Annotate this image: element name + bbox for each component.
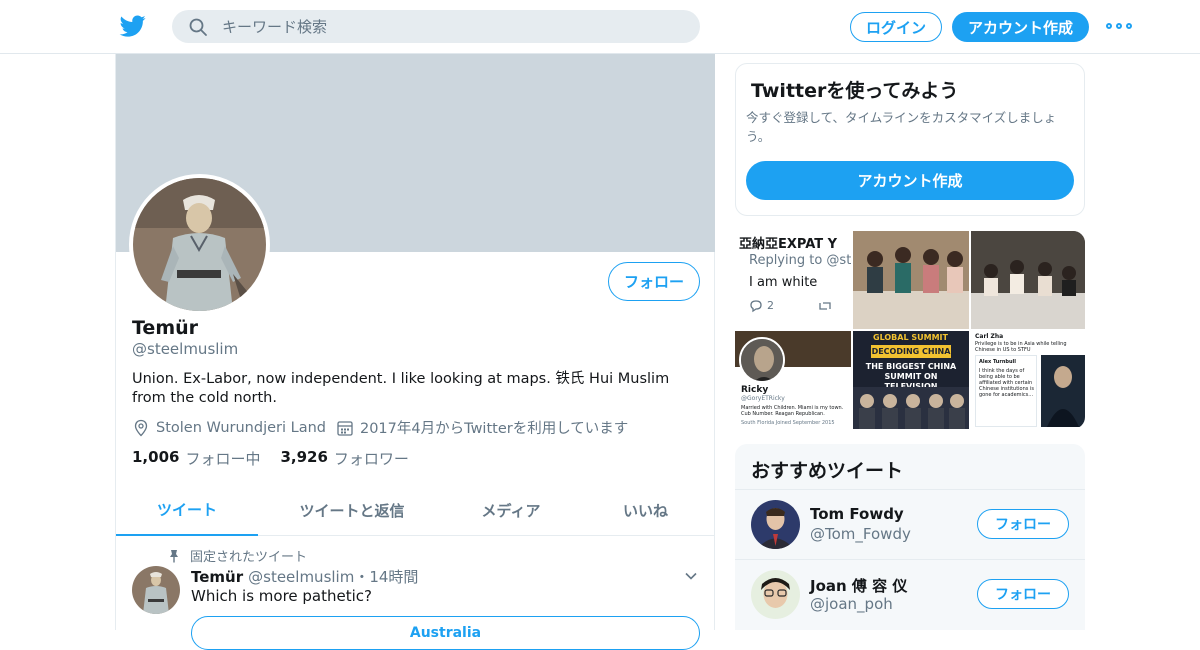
suggested-account[interactable]: Joan 傅 容 仪 @joan_poh フォロー xyxy=(735,559,1085,629)
media-embedded-photo xyxy=(1041,355,1085,427)
tweet-header: Temür @steelmuslim・14時間 xyxy=(191,566,418,587)
tweet-text: Which is more pathetic? xyxy=(191,587,372,605)
media-banner-text: GLOBAL SUMMIT xyxy=(873,333,948,342)
search-icon xyxy=(189,18,207,36)
suggested-avatar[interactable] xyxy=(751,570,800,619)
tweet-author-name[interactable]: Temür xyxy=(191,568,243,586)
profile-avatar[interactable] xyxy=(129,174,270,315)
signup-button[interactable]: アカウント作成 xyxy=(952,12,1089,42)
signup-card-title: Twitterを使ってみよう xyxy=(751,80,959,102)
media-photo-image xyxy=(853,387,969,429)
media-photo-image xyxy=(971,231,1085,329)
media-grid: 亞納亞EXPAT Y Replying to @st I am white 2 xyxy=(735,231,1085,429)
location-pin-icon xyxy=(134,419,148,436)
tab-media[interactable]: メディア xyxy=(446,484,576,536)
suggested-name[interactable]: Tom Fowdy xyxy=(810,505,904,523)
profile-location: Stolen Wurundjeri Land xyxy=(156,419,326,436)
profile-handle: @steelmuslim xyxy=(132,340,239,358)
media-tweet-text: Privilege is to be in Asia while telling… xyxy=(975,341,1067,353)
signup-card-button[interactable]: アカウント作成 xyxy=(746,161,1074,200)
suggested-accounts: おすすめツイート Tom Fowdy @Tom_Fowdy フォロー Joan … xyxy=(735,444,1085,630)
media-tweet-author: Carl Zha xyxy=(975,333,1004,340)
media-thumbnail[interactable]: Ricky @GoryETRicky Married with Children… xyxy=(735,331,851,429)
followers-stat[interactable]: 3,926 フォロワー xyxy=(280,448,408,469)
media-embedded-text: I think the days of being able to be aff… xyxy=(979,368,1034,398)
tab-tweets[interactable]: ツイート xyxy=(116,484,258,536)
media-thumbnail[interactable]: Carl Zha Privilege is to be in Asia whil… xyxy=(971,331,1085,429)
reply-count: 2 xyxy=(767,299,774,312)
more-options-icon[interactable] xyxy=(1106,16,1132,36)
followers-count: 3,926 xyxy=(280,448,328,466)
media-embedded-name: Alex Turnbull xyxy=(979,359,1016,365)
media-tweet-text: I am white xyxy=(749,275,818,290)
media-profile-bio: Married with Children. Miami is my town.… xyxy=(741,405,844,417)
profile-column: フォロー Temür @steelmuslim Union. Ex-Labor,… xyxy=(115,54,715,650)
suggested-account[interactable]: Tom Fowdy @Tom_Fowdy フォロー xyxy=(735,489,1085,559)
media-profile-meta: South Florida Joined September 2015 xyxy=(741,420,835,426)
media-embedded-tweet: Alex Turnbull I think the days of being … xyxy=(975,355,1037,427)
chevron-down-icon[interactable] xyxy=(683,568,699,584)
signup-card-description: 今すぐ登録して、タイムラインをカスタマイズしましょう。 xyxy=(746,110,1057,144)
suggested-avatar[interactable] xyxy=(751,500,800,549)
suggested-handle: @joan_poh xyxy=(810,595,893,613)
poll-option-button[interactable]: Australia xyxy=(191,616,700,650)
media-profile-name: Ricky xyxy=(741,385,769,395)
top-navigation-bar: ログイン アカウント作成 xyxy=(0,0,1200,54)
tab-likes[interactable]: いいね xyxy=(576,484,715,536)
pin-icon xyxy=(170,549,178,562)
profile-meta: Stolen Wurundjeri Land 2017年4月からTwitterを… xyxy=(132,417,638,438)
profile-bio: Union. Ex-Labor, now independent. I like… xyxy=(132,371,670,406)
media-thumbnail[interactable] xyxy=(853,231,969,329)
media-tweet-author: 亞納亞EXPAT Y xyxy=(739,237,838,252)
media-banner-title: DECODING CHINA xyxy=(871,345,951,358)
avatar-illustration xyxy=(133,178,266,311)
tab-tweets-and-replies[interactable]: ツイートと返信 xyxy=(258,484,446,536)
profile-name[interactable]: Temür xyxy=(132,317,198,339)
followers-label: フォロワー xyxy=(333,450,409,468)
media-profile-handle: @GoryETRicky xyxy=(741,395,785,402)
following-count: 1,006 xyxy=(132,448,180,466)
media-thumbnail[interactable]: GLOBAL SUMMIT DECODING CHINA THE BIGGEST… xyxy=(853,331,969,429)
calendar-icon xyxy=(337,420,353,436)
suggested-follow-button[interactable]: フォロー xyxy=(977,579,1069,609)
avatar-illustration xyxy=(132,566,180,614)
media-photo-image xyxy=(853,231,969,329)
media-profile-avatar xyxy=(739,337,785,383)
tweet-handle-time[interactable]: @steelmuslim・14時間 xyxy=(248,566,418,587)
signup-card: Twitterを使ってみよう 今すぐ登録して、タイムラインをカスタマイズしましょ… xyxy=(735,63,1085,216)
media-tweet-reply: Replying to @st xyxy=(749,253,851,268)
media-thumbnail[interactable]: 亞納亞EXPAT Y Replying to @st I am white 2 xyxy=(735,231,851,329)
profile-stats: 1,006 フォロー中 3,926 フォロワー xyxy=(132,448,429,469)
suggested-handle: @Tom_Fowdy xyxy=(810,525,911,543)
suggestions-title: おすすめツイート xyxy=(751,460,904,482)
search-input[interactable] xyxy=(222,10,682,43)
tweet-author-avatar[interactable] xyxy=(132,566,180,614)
suggested-follow-button[interactable]: フォロー xyxy=(977,509,1069,539)
pinned-label-text: 固定されたツイート xyxy=(190,550,308,565)
search-box[interactable] xyxy=(172,10,700,43)
pinned-tweet-label: 固定されたツイート xyxy=(168,546,307,565)
profile-joined-date: 2017年4月からTwitterを利用しています xyxy=(359,421,629,437)
following-label: フォロー中 xyxy=(185,450,261,468)
suggested-name[interactable]: Joan 傅 容 仪 xyxy=(810,575,907,596)
following-stat[interactable]: 1,006 フォロー中 xyxy=(132,448,260,469)
reply-icon xyxy=(750,300,762,313)
media-thumbnail[interactable] xyxy=(971,231,1085,329)
login-button[interactable]: ログイン xyxy=(850,12,942,42)
twitter-bird-icon[interactable] xyxy=(119,13,147,39)
retweet-icon xyxy=(819,302,831,310)
profile-tabs: ツイート ツイートと返信 メディア いいね xyxy=(116,484,715,536)
follow-button[interactable]: フォロー xyxy=(608,262,700,301)
